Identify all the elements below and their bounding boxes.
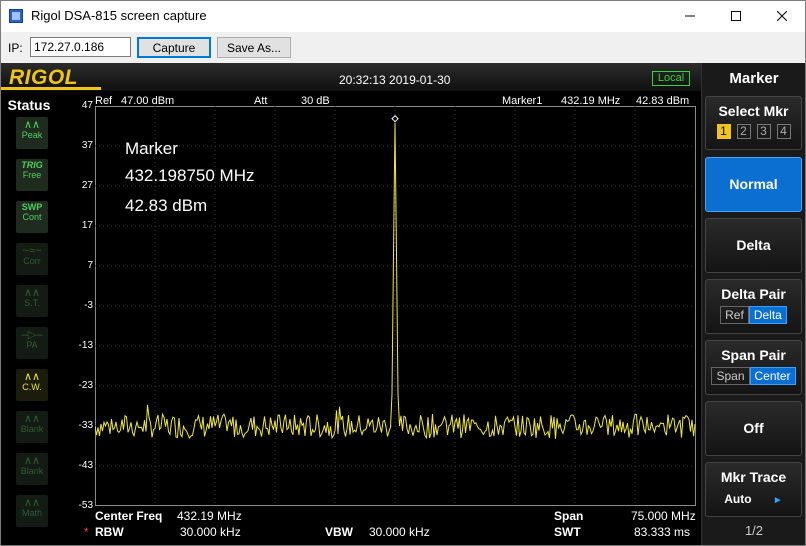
y-tick-label: -13 — [78, 340, 93, 351]
mkr-trace-key[interactable]: Mkr Trace Auto ► — [705, 462, 802, 517]
maximize-icon — [731, 11, 741, 21]
logo-underline — [1, 87, 101, 90]
app-icon — [9, 9, 23, 23]
softkey-title: Marker — [729, 70, 779, 87]
delta-pair-key[interactable]: Delta Pair Ref Delta — [705, 279, 802, 334]
delta-pair-label: Delta Pair — [721, 286, 786, 302]
status-math-label: Math — [21, 508, 42, 519]
rbw-label: RBW — [95, 525, 124, 539]
vbw-value: 30.000 kHz — [369, 525, 430, 539]
y-tick-label: -53 — [78, 500, 93, 511]
status-pa: –▷– PA — [16, 327, 48, 359]
datetime: 20:32:13 2019-01-30 — [339, 73, 451, 87]
maximize-button[interactable] — [713, 1, 759, 31]
y-tick-label: 17 — [81, 220, 93, 231]
status-st-label: S.T. — [24, 298, 40, 309]
span-pair-span: Span — [711, 367, 750, 385]
app-window: Rigol DSA-815 screen capture IP: 172.27.… — [0, 0, 806, 546]
status-peak-label: Peak — [21, 130, 43, 141]
mkr-trace-value: Auto — [724, 492, 752, 506]
swt-label: SWT — [554, 525, 581, 539]
delta-key[interactable]: Delta — [705, 218, 802, 273]
marker-info-title: Marker — [125, 139, 178, 158]
status-blank-2: ∧∧ Blank — [16, 453, 48, 485]
status-panel: Status ∧∧ Peak TRIG Free SWP Cont ~≈~ Co… — [1, 91, 57, 545]
window-title: Rigol DSA-815 screen capture — [31, 8, 207, 23]
y-tick-label: 27 — [81, 180, 93, 191]
capture-button[interactable]: Capture — [137, 37, 211, 58]
ip-input[interactable]: 172.27.0.186 — [30, 37, 131, 57]
status-trig-bottom: Free — [22, 169, 42, 180]
span-label: Span — [554, 509, 584, 523]
spectrum-plot: Ref 47.00 dBm Att 30 dB Marker1 432.19 M… — [57, 91, 701, 545]
marker-number-4[interactable]: 4 — [776, 124, 791, 139]
ip-label: IP: — [8, 41, 23, 55]
off-key[interactable]: Off — [705, 401, 802, 456]
off-label: Off — [743, 420, 764, 436]
close-button[interactable] — [759, 1, 805, 31]
status-peak: ∧∧ Peak — [16, 117, 48, 149]
softkey-panel: Marker Select Mkr 1234 Normal Delta Delt… — [701, 63, 805, 545]
center-freq-label: Center Freq — [95, 509, 163, 523]
screen-header: RIGOL 20:32:13 2019-01-30 Local — [1, 63, 701, 91]
toolbar: IP: 172.27.0.186 Capture Save As... — [1, 32, 805, 63]
y-tick-label: 47 — [81, 100, 93, 111]
arrow-right-icon: ► — [772, 495, 783, 506]
select-mkr-label: Select Mkr — [718, 103, 789, 119]
rbw-value: 30.000 kHz — [180, 525, 241, 539]
span-pair-key[interactable]: Span Pair Span Center — [705, 340, 802, 395]
save-as-button[interactable]: Save As... — [217, 37, 291, 58]
marker-number-3[interactable]: 3 — [756, 124, 771, 139]
y-tick-label: 37 — [81, 140, 93, 151]
status-cw-label: C.W. — [22, 382, 42, 393]
status-corr-label: Corr — [23, 256, 41, 267]
y-tick-label: -3 — [84, 300, 93, 311]
status-trig: TRIG Free — [16, 159, 48, 191]
y-tick-label: 7 — [87, 260, 93, 271]
normal-key[interactable]: Normal — [705, 157, 802, 212]
status-blank-1: ∧∧ Blank — [16, 411, 48, 443]
minimize-icon — [685, 15, 695, 17]
softkey-page: 1/2 — [744, 523, 764, 538]
y-tick-label: -23 — [78, 380, 93, 391]
span-pair-center: Center — [749, 367, 796, 385]
normal-label: Normal — [729, 176, 778, 192]
y-tick-label: -43 — [78, 460, 93, 471]
instrument-screen: RIGOL 20:32:13 2019-01-30 Local Status ∧… — [1, 63, 805, 545]
select-mkr-key[interactable]: Select Mkr 1234 — [705, 96, 802, 150]
vbw-label: VBW — [325, 525, 353, 539]
span-pair-label: Span Pair — [721, 347, 786, 363]
delta-label: Delta — [736, 237, 771, 253]
minimize-button[interactable] — [667, 1, 713, 31]
marker-info-freq: 432.198750 MHz — [125, 166, 255, 185]
marker-number-2[interactable]: 2 — [736, 124, 751, 139]
swt-value: 83.333 ms — [634, 525, 691, 539]
y-tick-label: -33 — [78, 420, 93, 431]
mkr-trace-label: Mkr Trace — [720, 469, 787, 485]
center-freq-value: 432.19 MHz — [177, 509, 242, 523]
status-cw: ∧∧ C.W. — [16, 369, 48, 401]
status-math: ∧∧ Math — [16, 495, 48, 527]
status-corr: ~≈~ Corr — [16, 243, 48, 275]
span-value: 75.000 MHz — [631, 509, 696, 523]
status-swp: SWP Cont — [16, 201, 48, 233]
status-pa-label: PA — [26, 340, 38, 351]
marker-info-amp: 42.83 dBm — [125, 196, 208, 215]
delta-pair-ref: Ref — [720, 306, 749, 324]
status-blank-2-label: Blank — [20, 466, 44, 477]
title-bar: Rigol DSA-815 screen capture — [1, 1, 805, 32]
status-blank-1-label: Blank — [20, 424, 44, 435]
marker-number-1[interactable]: 1 — [716, 124, 731, 139]
marker-number-row: 1234 — [706, 122, 801, 140]
local-badge: Local — [652, 71, 690, 86]
status-st: ∧∧ S.T. — [16, 285, 48, 317]
delta-pair-delta: Delta — [748, 306, 787, 324]
close-icon — [777, 11, 787, 21]
mkr-trace-row: Auto ► — [706, 492, 801, 506]
status-swp-bottom: Cont — [22, 211, 42, 222]
status-title: Status — [7, 97, 51, 113]
rbw-star: * — [84, 525, 89, 539]
